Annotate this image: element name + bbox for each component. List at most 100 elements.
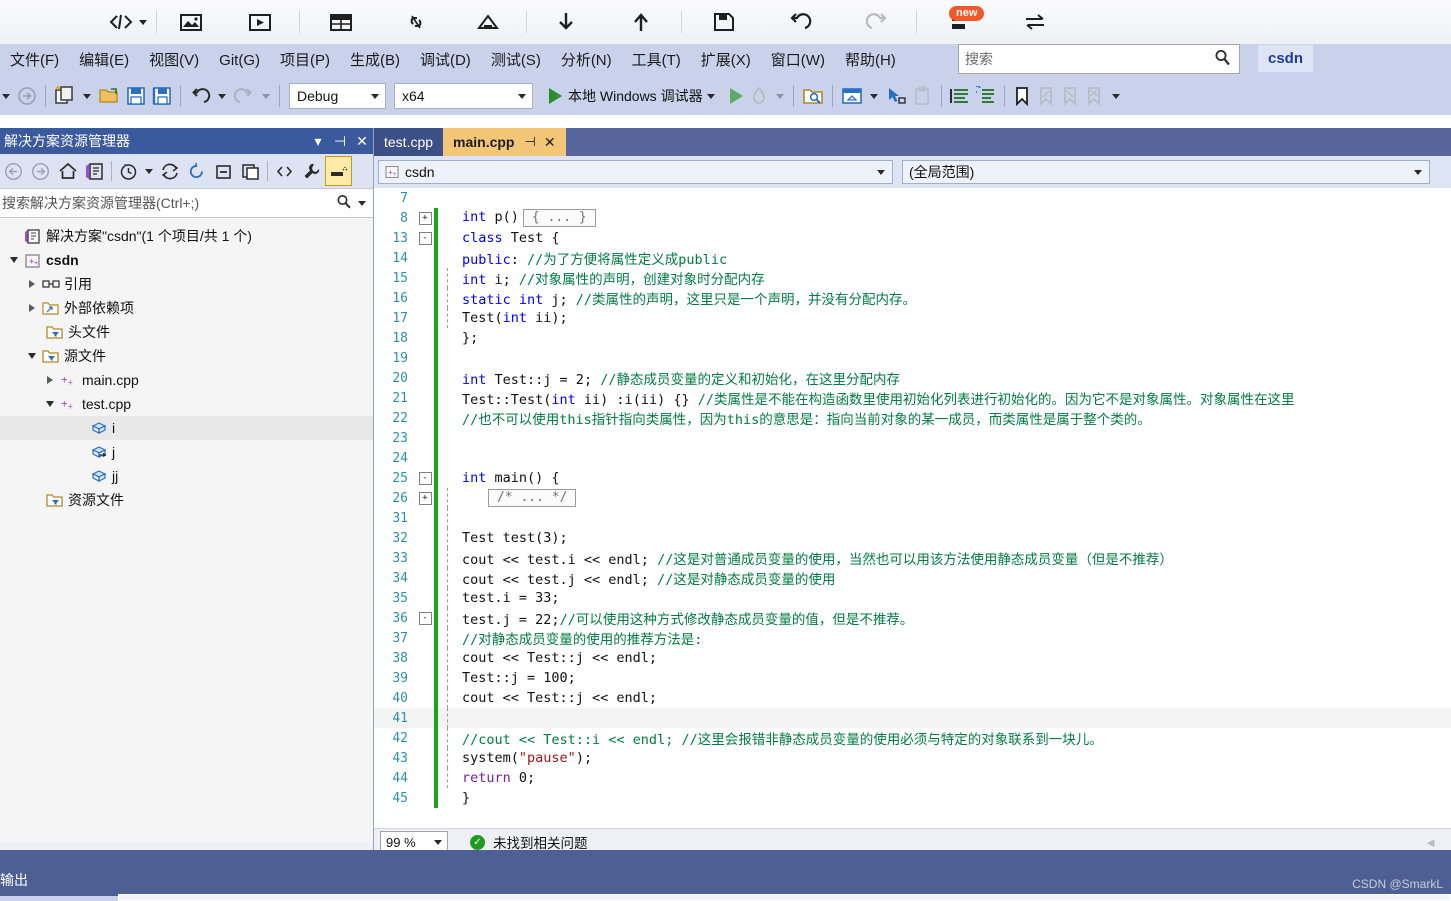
code-line[interactable]: 17 Test(int ii); xyxy=(374,308,1451,328)
tree-item-field-jj[interactable]: jj xyxy=(0,464,373,488)
panel-menu-icon[interactable]: ▾ xyxy=(307,133,329,150)
code-line[interactable]: 43 system("pause"); xyxy=(374,748,1451,768)
code-line[interactable]: 24 xyxy=(374,448,1451,468)
layout-icon[interactable]: new xyxy=(919,0,1005,44)
global-search-box[interactable] xyxy=(958,44,1240,74)
redo-caret-icon[interactable] xyxy=(262,93,270,99)
fold-toggle[interactable]: - xyxy=(416,611,434,625)
view-code-icon[interactable] xyxy=(271,156,298,186)
find-in-files-button[interactable] xyxy=(799,77,827,115)
refresh-icon[interactable] xyxy=(183,156,210,186)
link-icon[interactable] xyxy=(380,0,452,44)
close-icon[interactable]: ✕ xyxy=(544,134,556,151)
swap-icon[interactable] xyxy=(1005,0,1065,44)
code-line[interactable]: 20 int Test::j = 2; //静态成员变量的定义和初始化，在这里分配… xyxy=(374,368,1451,388)
properties-icon[interactable] xyxy=(298,156,325,186)
search-icon[interactable] xyxy=(1210,49,1239,69)
prev-bookmark-button[interactable] xyxy=(1034,77,1058,115)
code-editor-surface[interactable]: 7 8 + int p(){ ... } 13- class Test {14 public… xyxy=(374,188,1451,828)
code-line[interactable]: 36- test.j = 22;//可以使用这种方式修改静态成员变量的值，但是不… xyxy=(374,608,1451,628)
new-project-button[interactable] xyxy=(51,77,79,115)
expander-down-icon[interactable] xyxy=(24,353,40,359)
code-line[interactable]: 26 + /* ... */ xyxy=(374,488,1451,508)
tab-main-cpp[interactable]: main.cpp ⊣ ✕ xyxy=(443,128,566,156)
home-icon[interactable] xyxy=(54,156,81,186)
code-line[interactable]: 33 cout << test.i << endl; //这是对普通成员变量的使… xyxy=(374,548,1451,568)
solution-icon[interactable] xyxy=(81,156,108,186)
code-line[interactable]: 38 cout << Test::j << endl; xyxy=(374,648,1451,668)
expander-right-icon[interactable] xyxy=(24,280,40,288)
back-icon[interactable] xyxy=(0,156,27,186)
code-line[interactable]: 39 Test::j = 100; xyxy=(374,668,1451,688)
undo-icon[interactable] xyxy=(764,0,838,44)
platform-combo[interactable]: x64 xyxy=(394,83,533,109)
code-line[interactable]: 22 //也不可以使用this指针指向类属性，因为this的意思是：指向当前对象的… xyxy=(374,408,1451,428)
toolbar-overflow-icon[interactable] xyxy=(1111,93,1120,99)
navigate-forward-button[interactable] xyxy=(14,77,40,115)
fold-toggle[interactable]: - xyxy=(416,471,434,485)
tree-item-references[interactable]: 引用 xyxy=(0,272,373,296)
tree-item-project-csdn[interactable]: + + csdn xyxy=(0,248,373,272)
menu-debug[interactable]: 调试(D) xyxy=(410,44,481,77)
code-line[interactable]: 14 public: //为了方便将属性定义成public xyxy=(374,248,1451,268)
code-line[interactable]: 25- int main() { xyxy=(374,468,1451,488)
tree-item-main-cpp[interactable]: + + main.cpp xyxy=(0,368,373,392)
code-line[interactable]: 13- class Test { xyxy=(374,228,1451,248)
menu-build[interactable]: 生成(B) xyxy=(340,44,410,77)
uncomment-button[interactable] xyxy=(973,77,999,115)
box-arrow-icon[interactable] xyxy=(452,0,524,44)
project-scope-combo[interactable]: + + csdn xyxy=(378,160,893,184)
expander-right-icon[interactable] xyxy=(42,376,58,384)
undo-caret-icon[interactable] xyxy=(218,93,226,99)
fold-toggle[interactable]: + xyxy=(416,211,434,225)
account-tag[interactable]: csdn xyxy=(1258,45,1313,72)
open-file-button[interactable] xyxy=(95,77,123,115)
navigate-back-caret-icon[interactable] xyxy=(2,93,10,99)
fold-toggle[interactable]: + xyxy=(416,491,434,505)
code-line[interactable]: 41 xyxy=(374,708,1451,728)
menu-help[interactable]: 帮助(H) xyxy=(835,44,906,77)
menu-edit[interactable]: 编辑(E) xyxy=(69,44,139,77)
bookmark-button[interactable] xyxy=(1010,77,1034,115)
chevron-down-icon[interactable] xyxy=(706,93,715,99)
tree-item-resource-files[interactable]: 资源文件 xyxy=(0,488,373,512)
member-scope-combo[interactable]: (全局范围) xyxy=(902,160,1430,184)
pending-changes-icon[interactable] xyxy=(115,156,142,186)
code-line[interactable]: 7 xyxy=(374,188,1451,208)
hot-reload-button[interactable] xyxy=(746,77,772,115)
code-line[interactable]: 21 Test::Test(int ii) :i(ii) {} //类属性是不能在… xyxy=(374,388,1451,408)
image-icon[interactable] xyxy=(159,0,223,44)
media-play-icon[interactable] xyxy=(223,0,297,44)
code-line[interactable]: 19 xyxy=(374,348,1451,368)
search-options-caret-icon[interactable] xyxy=(354,200,373,206)
tree-item-solution[interactable]: 解决方案"csdn"(1 个项目/共 1 个) xyxy=(0,224,373,248)
upload-icon[interactable] xyxy=(603,0,679,44)
start-without-debug-button[interactable] xyxy=(727,77,746,115)
code-line[interactable]: 31 xyxy=(374,508,1451,528)
menu-window[interactable]: 窗口(W) xyxy=(761,44,835,77)
code-line[interactable]: 35 test.i = 33; xyxy=(374,588,1451,608)
tree-item-source-files[interactable]: 源文件 xyxy=(0,344,373,368)
next-bookmark-button[interactable] xyxy=(1058,77,1082,115)
undo-button[interactable] xyxy=(186,77,214,115)
solution-explorer-caret-icon[interactable] xyxy=(869,93,878,99)
menu-test[interactable]: 测试(S) xyxy=(481,44,551,77)
code-line[interactable]: 23 xyxy=(374,428,1451,448)
code-line[interactable]: 34 cout << test.j << endl; //这是对静态成员变量的使… xyxy=(374,568,1451,588)
select-element-button[interactable] xyxy=(882,77,910,115)
solution-search-input[interactable] xyxy=(0,194,334,212)
menu-git[interactable]: Git(G) xyxy=(209,44,270,77)
collapse-all-icon[interactable] xyxy=(210,156,237,186)
start-debug-button[interactable]: 本地 Windows 调试器 xyxy=(543,86,725,106)
paste-button[interactable] xyxy=(910,77,936,115)
table-icon[interactable] xyxy=(302,0,380,44)
redo-icon[interactable] xyxy=(838,0,914,44)
code-line[interactable]: 15 int i; //对象属性的声明，创建对象时分配内存 xyxy=(374,268,1451,288)
sync-icon[interactable] xyxy=(156,156,183,186)
tree-item-field-i[interactable]: i xyxy=(0,416,373,440)
solution-explorer-search[interactable] xyxy=(0,189,373,218)
code-line[interactable]: 32 Test test(3); xyxy=(374,528,1451,548)
solution-explorer-button[interactable] xyxy=(838,77,866,115)
search-icon[interactable] xyxy=(334,194,354,213)
code-line[interactable]: 8 + int p(){ ... } xyxy=(374,208,1451,228)
